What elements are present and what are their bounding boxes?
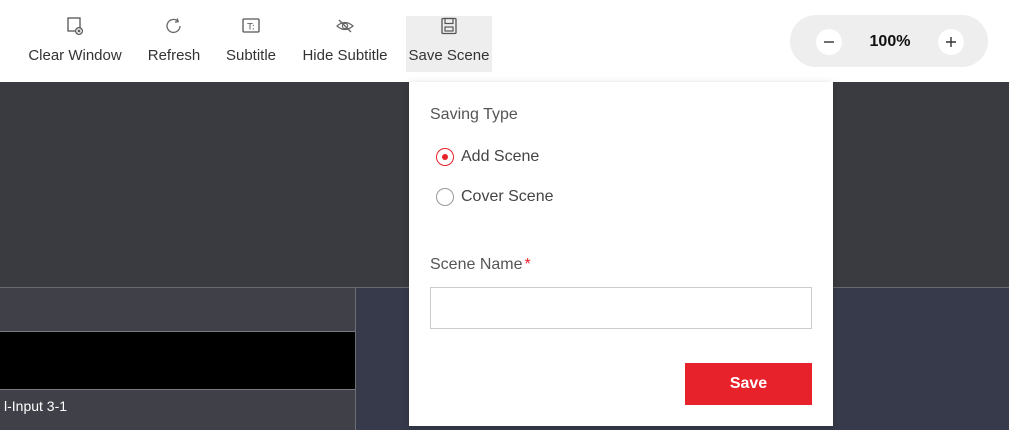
add-scene-radio[interactable]: Add Scene (436, 148, 539, 166)
radio-checked-icon (436, 148, 454, 166)
radio-unchecked-icon (436, 188, 454, 206)
cover-scene-label: Cover Scene (461, 188, 554, 205)
hide-subtitle-label: Hide Subtitle (302, 47, 388, 64)
subtitle-icon: T: (241, 16, 261, 36)
cover-scene-radio[interactable]: Cover Scene (436, 188, 554, 206)
svg-text:T:: T: (246, 23, 255, 33)
required-mark: * (524, 256, 531, 273)
saving-type-label: Saving Type (430, 106, 518, 123)
window-video-area (0, 332, 355, 389)
window-divider-bottom (0, 389, 355, 390)
refresh-label: Refresh (147, 47, 201, 64)
save-button[interactable]: Save (685, 363, 812, 405)
hide-subtitle-button[interactable]: Hide Subtitle (294, 16, 396, 72)
minus-icon (824, 41, 834, 43)
save-scene-popover: Saving Type Add Scene Cover Scene Scene … (409, 82, 833, 426)
scene-name-input[interactable] (430, 287, 812, 329)
save-scene-button[interactable]: Save Scene (406, 16, 492, 72)
window-input-label: l-Input 3-1 (4, 398, 68, 414)
save-scene-icon (440, 16, 458, 36)
scene-name-label: Scene Name * (430, 256, 531, 274)
zoom-in-button[interactable] (938, 29, 964, 55)
toolbar: Clear Window Refresh T: Subtitle Hide Su… (0, 0, 1009, 83)
add-scene-label: Add Scene (461, 148, 540, 165)
scene-name-text: Scene Name (430, 256, 523, 273)
clear-window-button[interactable]: Clear Window (20, 16, 130, 72)
screen-window-left[interactable]: l-Input 3-1 (0, 288, 356, 430)
subtitle-button[interactable]: T: Subtitle (220, 16, 282, 72)
refresh-icon (165, 16, 183, 36)
save-scene-label: Save Scene (408, 47, 490, 64)
plus-icon (946, 37, 956, 47)
clear-window-label: Clear Window (28, 47, 122, 64)
subtitle-label: Subtitle (225, 47, 277, 64)
zoom-out-button[interactable] (816, 29, 842, 55)
zoom-level: 100% (869, 33, 911, 50)
hide-subtitle-icon (335, 16, 355, 36)
refresh-button[interactable]: Refresh (143, 16, 205, 72)
clear-window-icon (67, 16, 83, 36)
zoom-control: 100% (790, 15, 988, 67)
